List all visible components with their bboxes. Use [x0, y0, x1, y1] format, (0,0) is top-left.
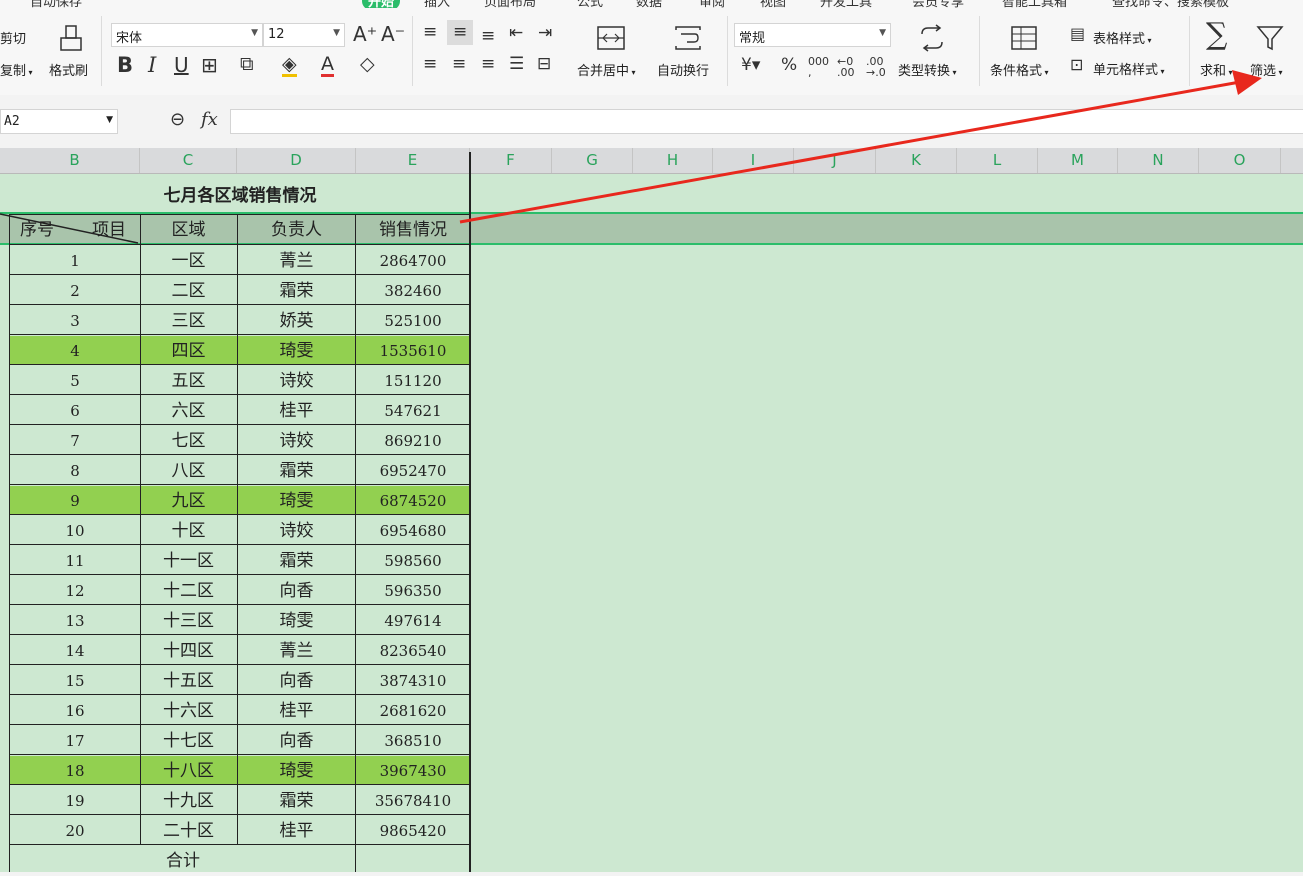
arrow-head-icon: [1232, 70, 1262, 95]
arrow-line: [459, 80, 1241, 224]
annotation-arrow: [459, 70, 1262, 224]
